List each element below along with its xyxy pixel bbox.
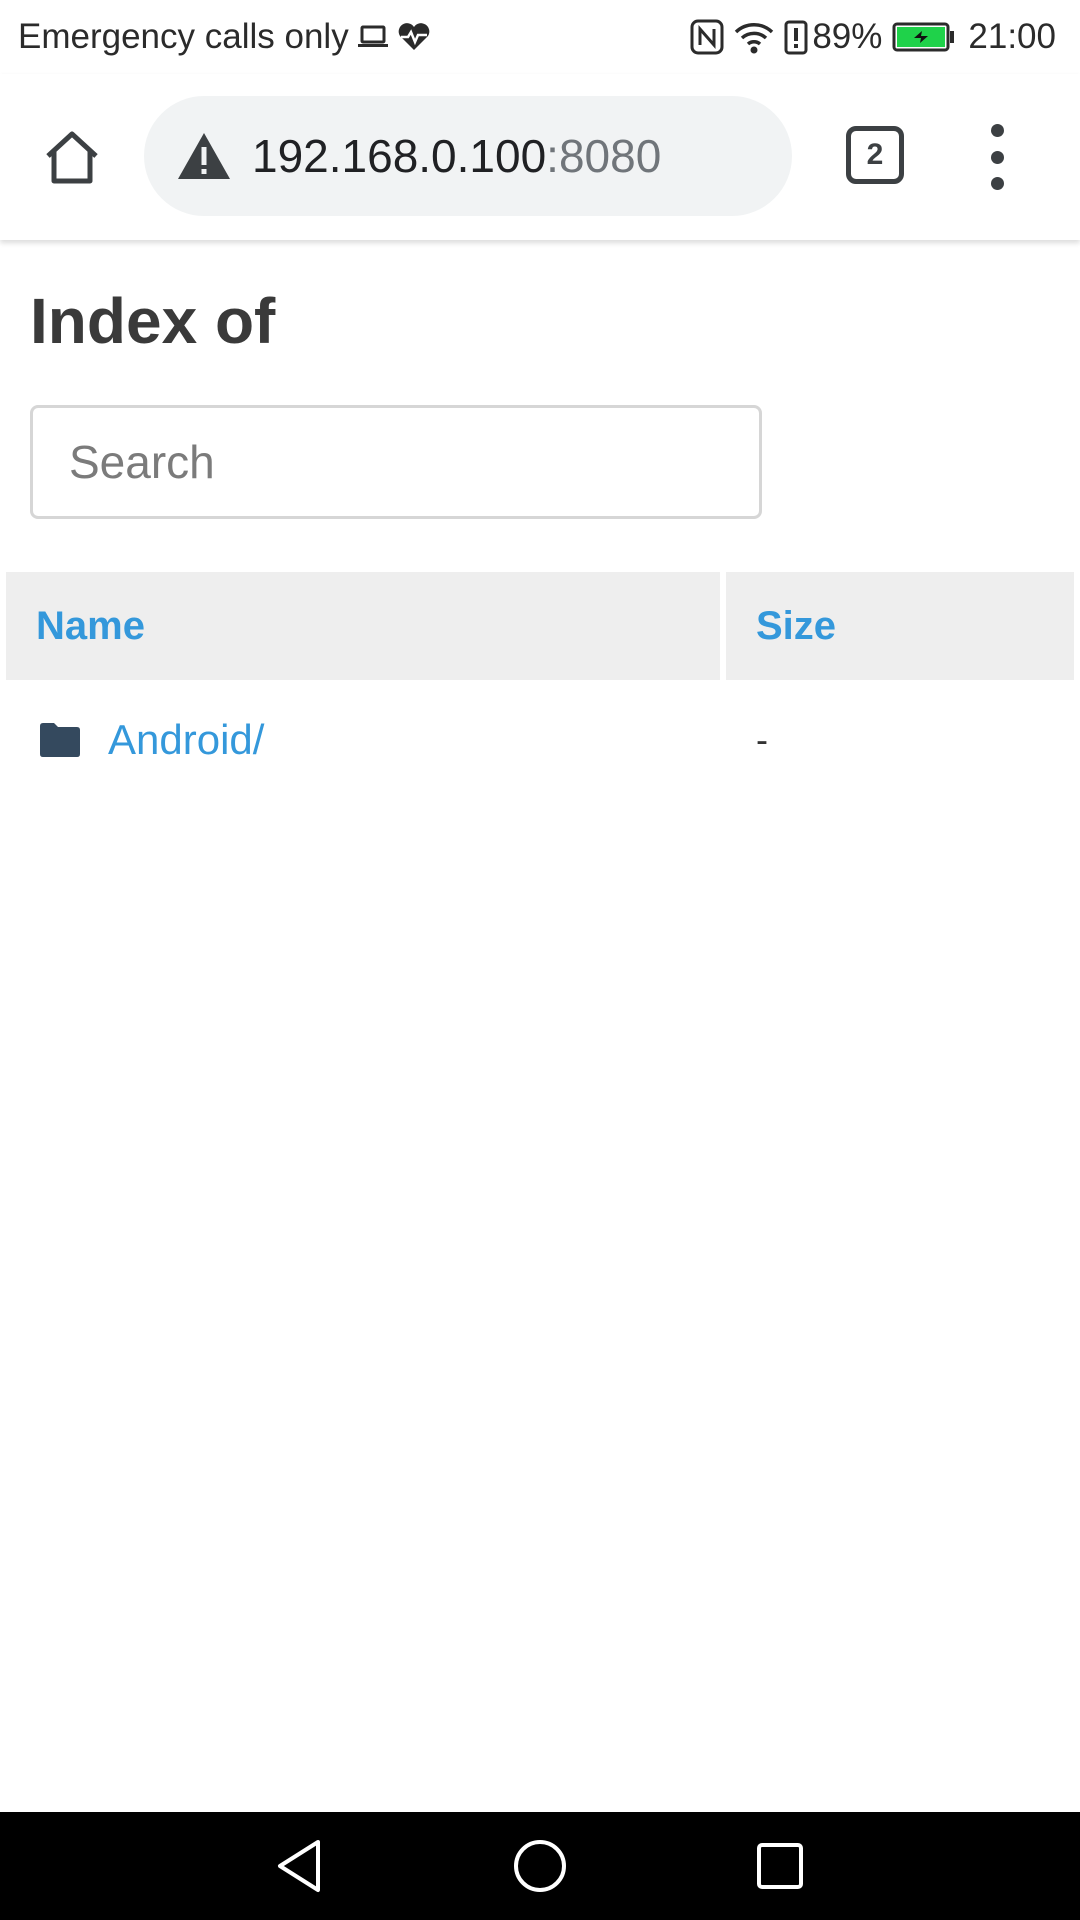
tab-count: 2: [866, 138, 884, 171]
battery-alert-icon: [784, 19, 808, 55]
nfc-icon: [690, 19, 724, 55]
navigation-bar: [0, 1812, 1080, 1920]
back-icon[interactable]: [268, 1834, 332, 1898]
heart-rate-icon: [397, 22, 431, 52]
home-circle-icon[interactable]: [508, 1834, 572, 1898]
wifi-icon: [734, 20, 774, 54]
browser-toolbar: 192.168.0.100:8080 2: [0, 74, 1080, 240]
status-right: 89% 21:00: [680, 14, 1056, 60]
search-input[interactable]: [30, 405, 762, 519]
file-table: Name Size Android/ -: [6, 572, 1074, 800]
url-text: 192.168.0.100:8080: [252, 129, 661, 183]
name-column-header[interactable]: Name: [6, 572, 720, 680]
not-secure-warning-icon[interactable]: [176, 131, 232, 181]
table-row: Android/ -: [6, 680, 1074, 800]
file-link[interactable]: Android/: [108, 716, 264, 764]
battery-charging-icon: [892, 22, 956, 52]
size-column-header[interactable]: Size: [726, 572, 1074, 680]
tab-switcher-button[interactable]: 2: [846, 126, 904, 184]
battery-percent: 89%: [812, 17, 883, 56]
table-header: Name Size: [6, 572, 1074, 680]
status-bar: Emergency calls only 89% 21:00: [0, 0, 1080, 74]
folder-icon: [38, 722, 82, 758]
url-port: :8080: [546, 130, 662, 182]
address-bar[interactable]: 192.168.0.100:8080: [144, 96, 792, 216]
home-button[interactable]: [36, 122, 108, 194]
screen: Emergency calls only 89% 21:00 192.168.0…: [0, 0, 1080, 1920]
name-cell: Android/: [6, 716, 726, 764]
carrier-text: Emergency calls only: [18, 17, 349, 56]
size-cell: -: [756, 719, 768, 760]
status-left: Emergency calls only: [18, 16, 431, 58]
url-host: 192.168.0.100: [252, 130, 547, 182]
home-icon: [46, 131, 98, 184]
clock: 21:00: [968, 17, 1056, 56]
page-title: Index of: [30, 285, 276, 357]
recents-icon[interactable]: [748, 1834, 812, 1898]
more-menu-icon[interactable]: [974, 124, 1020, 190]
laptop-icon: [357, 24, 389, 50]
